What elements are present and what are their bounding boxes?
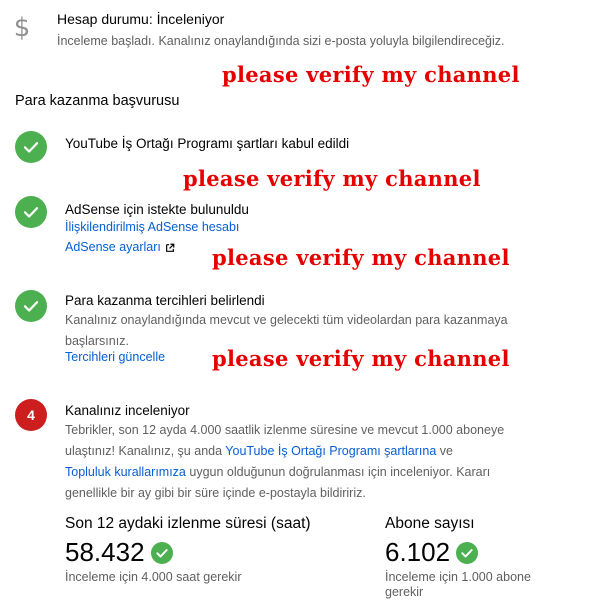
stat-label: Son 12 aydaki izlenme süresi (saat): [65, 515, 311, 532]
step-title: YouTube İş Ortağı Programı şartları kabu…: [65, 136, 350, 151]
step-number-badge: 4: [15, 399, 47, 431]
section-title: Para kazanma başvurusu: [15, 93, 180, 109]
step-title: AdSense için istekte bulunuldu: [65, 202, 249, 217]
community-guidelines-link[interactable]: Topluluk kurallarımıza: [65, 465, 186, 479]
open-in-new-icon: [165, 243, 175, 252]
step-title: Kanalınız inceleniyor: [65, 403, 190, 418]
watch-time-stat: Son 12 aydaki izlenme süresi (saat) 58.4…: [65, 515, 365, 585]
check-circle-icon: [15, 290, 47, 322]
account-status: $ Hesap durumu: İnceleniyor İnceleme baş…: [12, 8, 592, 52]
status-title: Hesap durumu: İnceleniyor: [57, 11, 225, 27]
annotation-text: please verify my channel: [183, 166, 481, 191]
stat-note: İnceleme için 4.000 saat gerekir: [65, 570, 242, 584]
check-circle-icon: [15, 196, 47, 228]
stat-value: 58.432: [65, 537, 145, 567]
step-text-part: ve: [436, 444, 453, 458]
status-subtitle: İnceleme başladı. Kanalınız onaylandığın…: [57, 34, 505, 48]
step-title: Para kazanma tercihleri belirlendi: [65, 293, 265, 308]
annotation-text: please verify my channel: [212, 245, 510, 270]
step-description: Kanalınız onaylandığında mevcut ve gelec…: [65, 313, 508, 348]
check-circle-icon: [15, 131, 47, 163]
stat-note: İnceleme için 1.000 abone gerekir: [385, 570, 531, 599]
update-preferences-link[interactable]: Tercihleri güncelle: [65, 350, 165, 364]
step-description: Tebrikler, son 12 ayda 4.000 saatlik izl…: [65, 420, 535, 504]
stat-value-row: 58.432: [65, 537, 365, 568]
stat-value-row: 6.102: [385, 537, 555, 568]
linked-adsense-account-link[interactable]: İlişkilendirilmiş AdSense hesabı: [65, 220, 239, 234]
stat-value: 6.102: [385, 537, 451, 567]
annotation-text: please verify my channel: [222, 62, 520, 87]
stat-label: Abone sayısı: [385, 515, 475, 532]
dollar-icon: $: [13, 13, 31, 43]
subscribers-stat: Abone sayısı 6.102 İnceleme için 1.000 a…: [385, 515, 555, 600]
check-circle-icon: [150, 541, 173, 564]
check-circle-icon: [456, 541, 479, 564]
partner-program-terms-link[interactable]: YouTube İş Ortağı Programı şartlarına: [225, 444, 436, 458]
adsense-settings-link[interactable]: AdSense ayarları: [65, 240, 175, 254]
adsense-settings-label: AdSense ayarları: [65, 240, 161, 254]
